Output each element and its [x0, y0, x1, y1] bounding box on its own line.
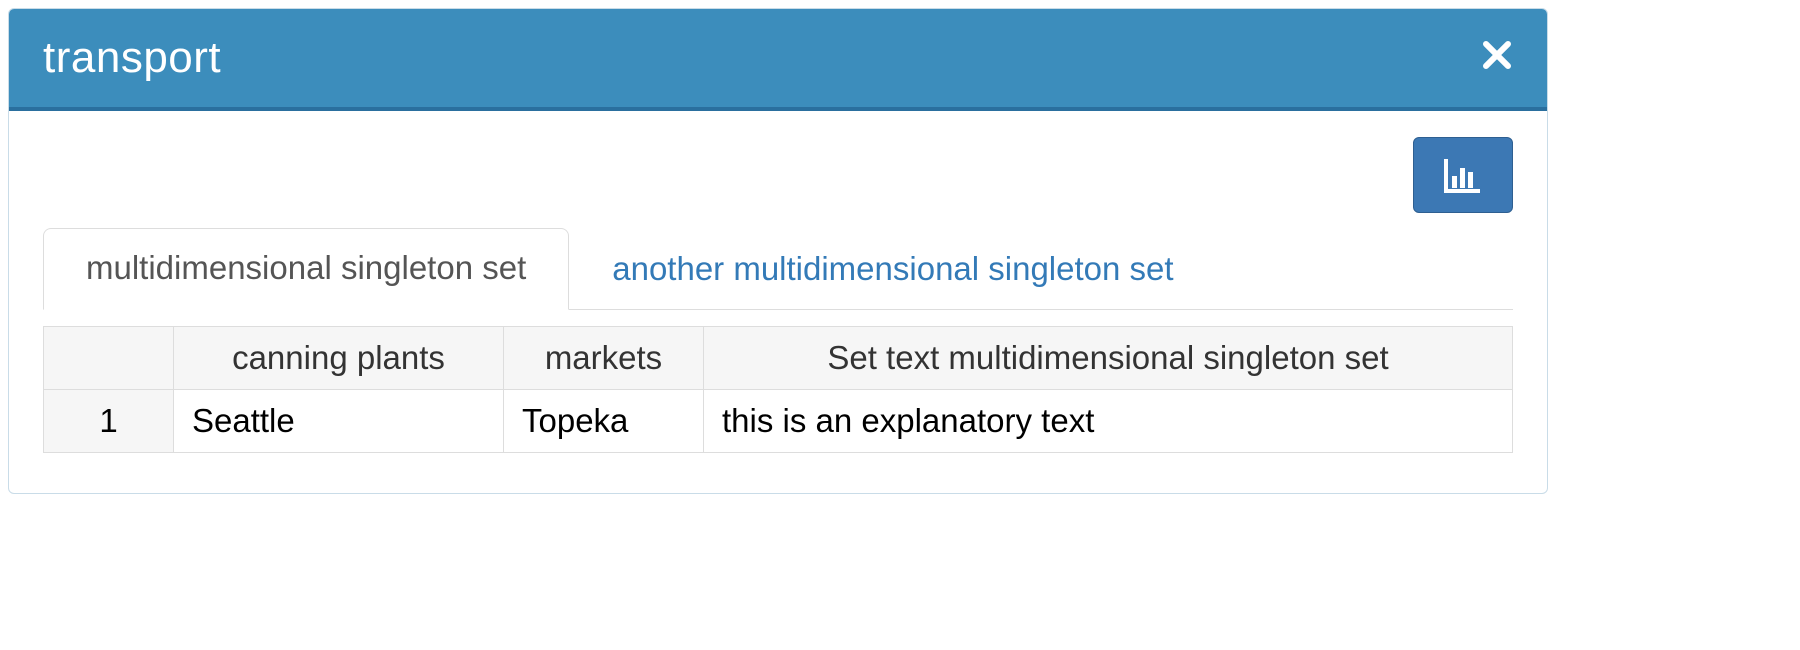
tabs: multidimensional singleton set another m… — [43, 227, 1513, 310]
table-row: 1 Seattle Topeka this is an explanatory … — [44, 390, 1513, 453]
cell-canning-plants[interactable]: Seattle — [174, 390, 504, 453]
action-row — [43, 137, 1513, 213]
tab-multidimensional-singleton-set[interactable]: multidimensional singleton set — [43, 228, 569, 310]
tab-label: multidimensional singleton set — [86, 249, 526, 286]
cell-set-text[interactable]: this is an explanatory text — [704, 390, 1513, 453]
tab-label: another multidimensional singleton set — [612, 250, 1173, 287]
table-header-row: canning plants markets Set text multidim… — [44, 327, 1513, 390]
panel: transport mult — [8, 8, 1548, 494]
data-table: canning plants markets Set text multidim… — [43, 326, 1513, 453]
panel-header: transport — [9, 9, 1547, 111]
bar-chart-icon — [1443, 156, 1483, 194]
tab-another-multidimensional-singleton-set[interactable]: another multidimensional singleton set — [569, 229, 1216, 310]
row-number: 1 — [44, 390, 174, 453]
close-icon[interactable] — [1481, 39, 1513, 78]
col-header-canning-plants: canning plants — [174, 327, 504, 390]
col-header-markets: markets — [504, 327, 704, 390]
col-header-set-text: Set text multidimensional singleton set — [704, 327, 1513, 390]
panel-body: multidimensional singleton set another m… — [9, 111, 1547, 493]
cell-markets[interactable]: Topeka — [504, 390, 704, 453]
col-header-rownum — [44, 327, 174, 390]
chart-button[interactable] — [1413, 137, 1513, 213]
panel-title: transport — [43, 33, 221, 83]
